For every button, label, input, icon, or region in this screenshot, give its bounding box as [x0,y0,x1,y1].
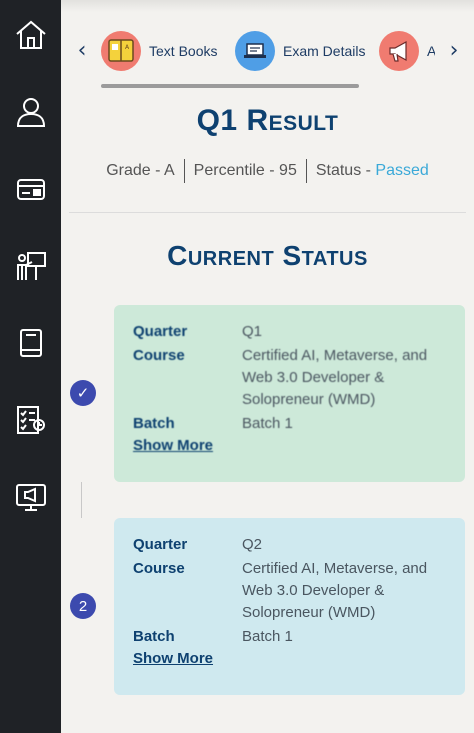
book-icon [19,329,42,357]
course-value: Certified AI, Metaverse, and Web 3.0 Dev… [242,560,428,621]
step-number-marker: 2 [70,593,96,619]
sidebar [0,0,61,733]
sidebar-item-announcements[interactable] [0,473,61,521]
course-label: Course [133,347,185,364]
tab-exam-details-label: Exam Details [283,43,366,59]
main-content: ‹ A Text Books Exam Details A › Q1 Resul… [61,0,474,733]
show-more-link[interactable]: Show More [133,650,213,667]
course-label: Course [133,560,185,577]
quarter-label: Quarter [133,536,188,553]
status-card-q1: Quarter Q1 Course Certified AI, Metavers… [114,305,465,482]
monitor-announcement-icon [15,484,46,511]
sidebar-item-classes[interactable] [0,242,61,290]
carousel-prev-arrow[interactable]: ‹ [71,38,93,64]
tab-text-books[interactable]: A Text Books [101,30,217,72]
quarter-value: Q2 [242,536,263,553]
course-value: Certified AI, Metaverse, and Web 3.0 Dev… [242,347,428,408]
sidebar-item-profile[interactable] [0,88,61,136]
laptop-exam-icon [235,31,275,71]
timeline-connector [81,482,82,518]
completed-check-marker: ✓ [70,380,96,406]
batch-value: Batch 1 [242,628,293,645]
tab-carousel: ‹ A Text Books Exam Details A › [61,26,474,76]
tab-exam-details[interactable]: Exam Details [235,30,365,72]
top-shadow [61,0,474,12]
batch-row: Batch Batch 1 [133,626,447,648]
sidebar-item-books[interactable] [0,319,61,367]
card-icon [16,179,45,200]
show-more-link[interactable]: Show More [133,437,213,454]
sidebar-item-home[interactable] [0,11,61,59]
status-card-q2: Quarter Q2 Course Certified AI, Metavers… [114,518,465,695]
status-passed: Passed [375,162,429,179]
course-row: Course Certified AI, Metaverse, and Web … [133,558,447,624]
carousel-next-arrow[interactable]: › [443,38,465,64]
tab-scroll-indicator [101,84,359,88]
current-status-title: Current Status [167,240,368,271]
batch-row: Batch Batch 1 [133,413,447,435]
course-row: Course Certified AI, Metaverse, and Web … [133,345,447,411]
result-title: Q1 Result [196,104,339,137]
batch-label: Batch [133,628,175,645]
quarter-row: Quarter Q1 [133,321,447,343]
grade-text: Grade - A [106,162,175,179]
result-stats: Grade - A Percentile - 95 Status - Passe… [61,159,474,183]
presentation-icon [16,252,46,280]
percentile-text: Percentile - 95 [193,162,297,179]
section-divider [69,212,466,213]
batch-label: Batch [133,415,175,432]
megaphone-icon [379,31,419,71]
status-prefix: Status - [315,162,376,179]
checklist-icon [16,406,45,434]
quarter-row: Quarter Q2 [133,534,447,556]
batch-value: Batch 1 [242,415,293,432]
home-icon [15,20,46,49]
tab-text-books-label: Text Books [149,43,218,59]
quarter-label: Quarter [133,323,188,340]
status-text: Status - Passed [307,159,438,183]
quarter-value: Q1 [242,323,263,340]
tab-announcements[interactable]: A [379,30,435,72]
sidebar-item-payments[interactable] [0,165,61,213]
user-icon [16,98,45,127]
tab-announcements-label: A [427,43,435,59]
sidebar-item-exams[interactable] [0,396,61,444]
textbook-icon: A [101,31,141,71]
